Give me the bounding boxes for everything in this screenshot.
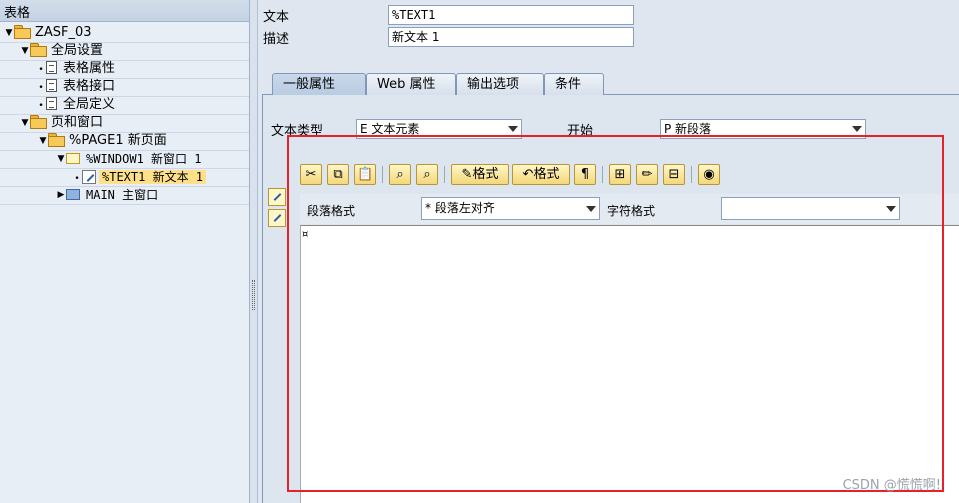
- paragraph-mark-button[interactable]: ¶: [574, 164, 596, 185]
- side-icon-column: [268, 188, 288, 230]
- splitter-grip-icon[interactable]: [252, 280, 255, 310]
- undo-icon: ↶: [522, 167, 534, 182]
- format-button-1-label: 格式: [472, 167, 499, 182]
- find-icon[interactable]: ⌕: [389, 164, 411, 185]
- copy-icon[interactable]: ⧉: [327, 164, 349, 185]
- paste-icon[interactable]: 📋: [354, 164, 376, 185]
- tree-node-form-attributes[interactable]: • 表格属性: [0, 60, 249, 78]
- tab-web-attributes[interactable]: Web 属性: [366, 73, 456, 95]
- start-label: 开始: [567, 124, 594, 139]
- window-icon: [66, 153, 80, 164]
- tree-node-label: 全局定义: [63, 97, 116, 112]
- main-window-icon: [66, 189, 80, 200]
- tree-node-label: %WINDOW1 新窗口 1: [86, 152, 202, 166]
- expand-arrow-icon[interactable]: ▼: [38, 132, 48, 150]
- dropdown-arrow-icon: [508, 126, 518, 132]
- folder-open-icon: [30, 115, 47, 129]
- format-button-2[interactable]: ↶格式: [512, 164, 570, 185]
- dropdown-arrow-icon: [586, 206, 596, 212]
- tree-node-label: 表格接口: [63, 79, 116, 94]
- edit-text-icon[interactable]: [268, 188, 286, 206]
- zoom-icon[interactable]: ◉: [698, 164, 720, 185]
- tree-node-label: %PAGE1 新页面: [69, 133, 167, 148]
- document-icon: [46, 61, 57, 74]
- dropdown-arrow-icon: [886, 206, 896, 212]
- text-name-field[interactable]: %TEXT1: [388, 5, 634, 25]
- paragraph-format-label: 段落格式: [307, 204, 356, 218]
- paragraph-format-value: * 段落左对齐: [425, 201, 495, 215]
- delete-line-icon[interactable]: ⊟: [663, 164, 685, 185]
- tree-node-global-settings[interactable]: ▼ 全局设置: [0, 42, 249, 60]
- paragraph-format-dropdown[interactable]: * 段落左对齐: [421, 197, 600, 220]
- pencil-icon[interactable]: ✏: [636, 164, 658, 185]
- tree-node-text1[interactable]: • %TEXT1 新文本 1: [0, 168, 249, 186]
- tree-node-global-definitions[interactable]: • 全局定义: [0, 96, 249, 114]
- panel-splitter[interactable]: [250, 0, 258, 503]
- tree-node-window1[interactable]: ▼ %WINDOW1 新窗口 1: [0, 150, 249, 168]
- expand-arrow-icon[interactable]: ▼: [20, 114, 30, 132]
- format-icon: ✎: [461, 167, 473, 182]
- format-button-2-label: 格式: [533, 167, 560, 182]
- tree-node-label: 页和窗口: [51, 115, 104, 130]
- insert-field-icon[interactable]: [268, 209, 286, 227]
- text-element-icon: [82, 170, 96, 184]
- tree-node-pages-windows[interactable]: ▼ 页和窗口: [0, 114, 249, 132]
- tree-node-label: 全局设置: [51, 43, 104, 58]
- tree-node-zasf03[interactable]: ▼ ZASF_03: [0, 24, 249, 42]
- find-next-icon[interactable]: ⌕: [416, 164, 438, 185]
- start-value: P 新段落: [664, 122, 712, 136]
- cut-icon[interactable]: ✂: [300, 164, 322, 185]
- format-button-1[interactable]: ✎格式: [451, 164, 509, 185]
- paragraph-end-mark: ¤: [302, 229, 309, 240]
- character-format-label: 字符格式: [607, 204, 656, 218]
- tab-strip: 一般属性 Web 属性 输出选项 条件: [262, 73, 959, 95]
- description-field[interactable]: 新文本 1: [388, 27, 634, 47]
- folder-open-icon: [30, 43, 47, 57]
- collapse-arrow-icon[interactable]: ▶: [56, 186, 66, 204]
- expand-arrow-icon[interactable]: ▼: [20, 42, 30, 60]
- text-type-dropdown[interactable]: E 文本元素: [356, 119, 522, 139]
- character-format-dropdown[interactable]: [721, 197, 900, 220]
- text-name-label: 文本: [263, 10, 290, 25]
- document-icon: [46, 97, 57, 110]
- insert-line-icon[interactable]: ⊞: [609, 164, 631, 185]
- dropdown-arrow-icon: [852, 126, 862, 132]
- form-tree-panel: 表格 ▼ ZASF_03 ▼ 全局设置 • 表格属性 • 表格接口 • 全局定义 ▼ 页和窗…: [0, 0, 250, 503]
- tab-conditions[interactable]: 条件: [544, 73, 604, 95]
- tree-node-form-interface[interactable]: • 表格接口: [0, 78, 249, 96]
- folder-open-icon: [48, 133, 65, 147]
- description-label: 描述: [263, 32, 290, 47]
- tree-node-label: 表格属性: [63, 61, 116, 76]
- tree-node-label: MAIN 主窗口: [86, 188, 159, 202]
- tree-header: 表格: [0, 0, 249, 22]
- tree-node-label: %TEXT1 新文本 1: [99, 170, 207, 184]
- expand-arrow-icon[interactable]: ▼: [56, 150, 66, 168]
- tree-node-page1[interactable]: ▼ %PAGE1 新页面: [0, 132, 249, 150]
- tree-node-label: ZASF_03: [35, 25, 92, 40]
- tab-general-attributes[interactable]: 一般属性: [272, 73, 366, 95]
- folder-open-icon: [14, 25, 31, 39]
- tab-output-options[interactable]: 输出选项: [456, 73, 544, 95]
- start-dropdown[interactable]: P 新段落: [660, 119, 866, 139]
- expand-arrow-icon[interactable]: ▼: [4, 24, 14, 42]
- text-editor-area[interactable]: ¤: [300, 225, 959, 503]
- tree-node-main-window[interactable]: ▶ MAIN 主窗口: [0, 186, 249, 204]
- text-type-label: 文本类型: [271, 124, 324, 139]
- document-icon: [46, 79, 57, 92]
- format-bar: 段落格式 * 段落左对齐 字符格式: [300, 194, 959, 224]
- text-type-value: E 文本元素: [360, 122, 420, 136]
- watermark: CSDN @慌慌啊!: [842, 478, 941, 493]
